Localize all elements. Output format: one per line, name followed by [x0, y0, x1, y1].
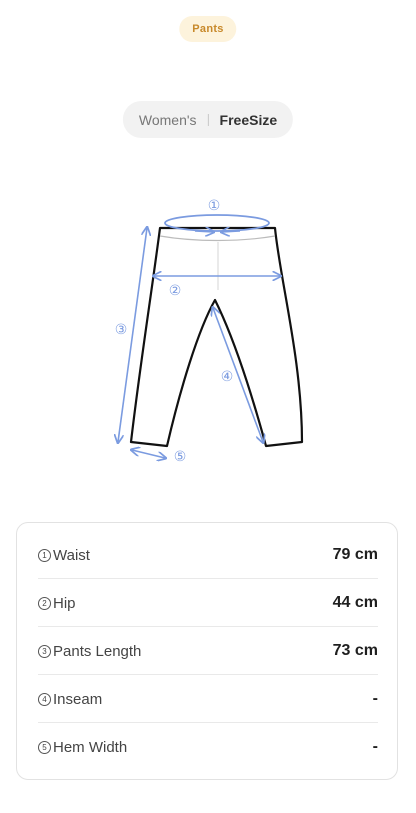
measurement-value: 79 cm: [332, 546, 378, 563]
measurement-row-hip: 2 Hip 44 cm: [38, 579, 378, 627]
marker-hem: ⑤: [174, 449, 187, 465]
measurement-row-inseam: 4 Inseam -: [38, 675, 378, 723]
pants-outline: [129, 226, 304, 448]
measurement-value: 73 cm: [332, 642, 378, 659]
marker-length: ③: [115, 322, 128, 338]
measurement-label: Hem Width: [53, 738, 128, 756]
measurement-label: Pants Length: [53, 642, 142, 660]
measurement-label: Hip: [53, 594, 76, 612]
marker-inseam: ④: [221, 369, 234, 385]
marker-waist: ①: [208, 198, 221, 214]
measurement-label: Waist: [53, 546, 90, 564]
pants-measurement-diagram: ① ② ③ ④ ⑤: [0, 198, 304, 465]
marker-hip: ②: [169, 283, 182, 299]
size-name-label: FreeSize: [219, 111, 278, 128]
measurement-value: -: [372, 738, 378, 755]
measure-number-badge: 5: [38, 740, 51, 754]
measurement-value: -: [372, 690, 378, 707]
measure-number-badge: 2: [38, 596, 51, 610]
waist-arrow-left: [194, 231, 213, 232]
measurement-row-waist: 1 Waist 79 cm: [38, 531, 378, 579]
measurement-label: Inseam: [53, 690, 103, 708]
hem-measure-line: [132, 450, 165, 458]
waist-arrow-right: [222, 231, 241, 232]
category-badge: Pants: [179, 16, 237, 42]
measurement-row-hem-width: 5 Hem Width -: [38, 723, 378, 771]
measurement-table: 1 Waist 79 cm 2 Hip 44 cm 3 Pants Length…: [16, 522, 398, 780]
size-gender-label: Women's: [138, 111, 197, 128]
measure-number-badge: 3: [38, 644, 51, 658]
measure-number-badge: 4: [38, 692, 51, 706]
measurement-value: 44 cm: [332, 594, 378, 611]
measurement-row-pants-length: 3 Pants Length 73 cm: [38, 627, 378, 675]
size-divider: [207, 113, 209, 126]
size-selector[interactable]: Women's FreeSize: [122, 101, 294, 138]
measure-number-badge: 1: [38, 548, 51, 562]
